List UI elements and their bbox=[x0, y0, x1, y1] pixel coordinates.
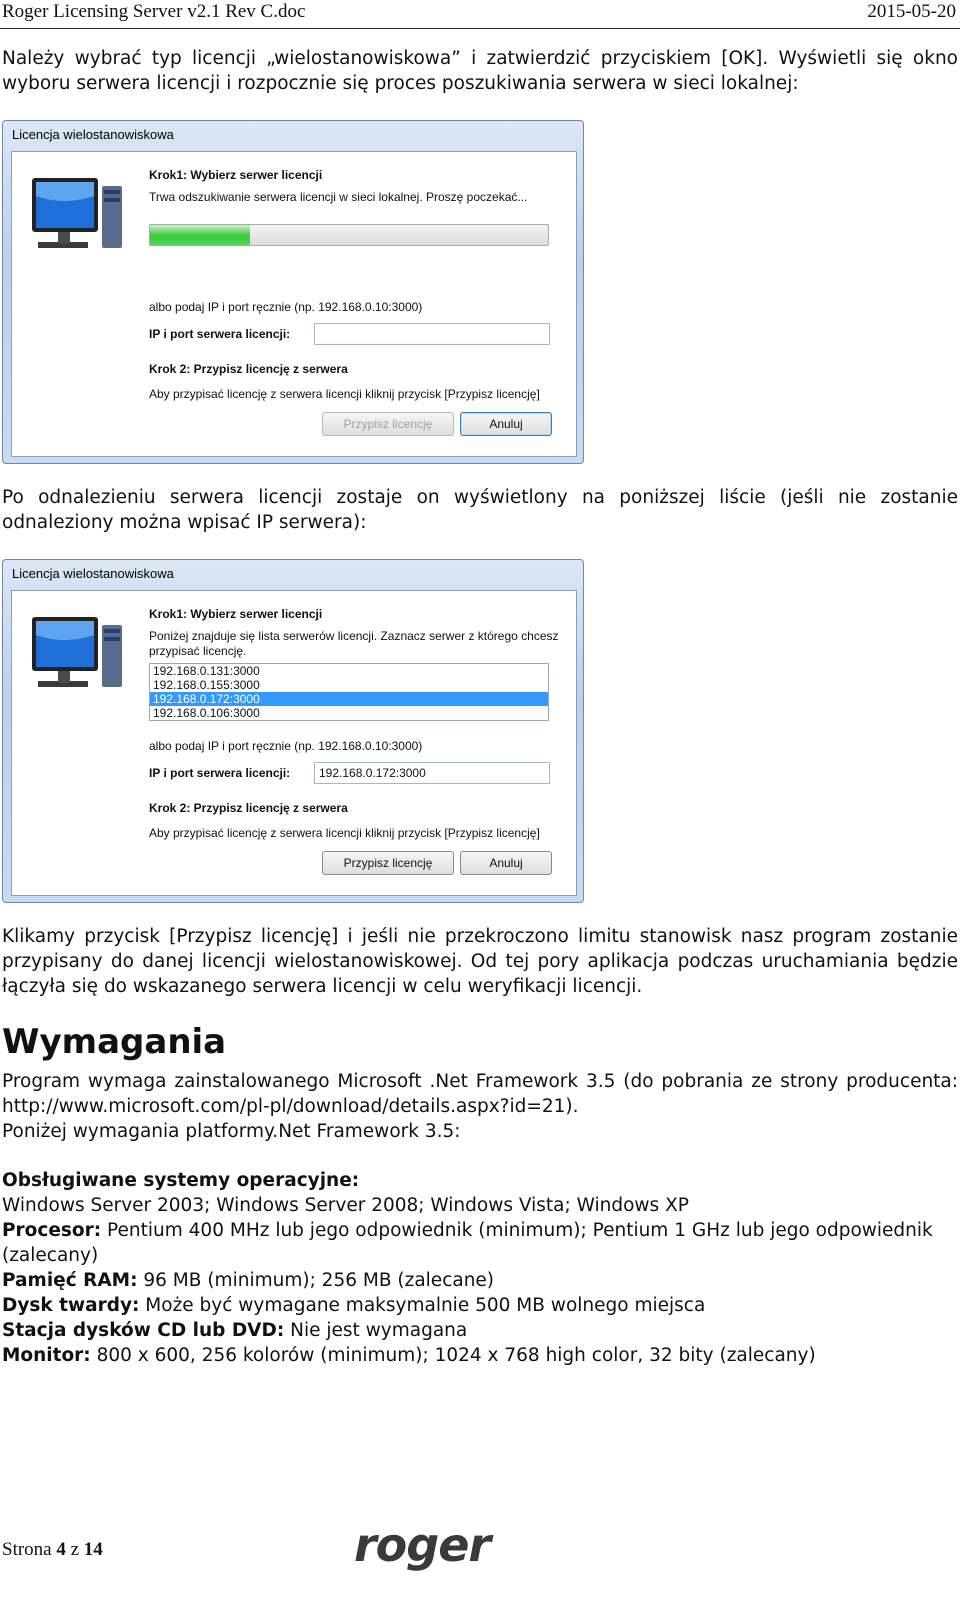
cd-value: Nie jest wymagana bbox=[284, 1320, 468, 1341]
assign-license-button[interactable]: Przypisz licencję bbox=[322, 851, 454, 875]
server-list-item[interactable]: 192.168.0.172:3000 bbox=[150, 692, 548, 706]
search-progress-bar bbox=[149, 224, 549, 246]
requirements-heading: Wymagania bbox=[2, 1022, 227, 1062]
server-list-item[interactable]: 192.168.0.155:3000 bbox=[150, 678, 548, 692]
server-list[interactable]: 192.168.0.131:3000 192.168.0.155:3000 19… bbox=[149, 663, 549, 721]
cancel-button[interactable]: Anuluj bbox=[460, 412, 552, 436]
step1-title: Krok1: Wybierz serwer licencji bbox=[149, 168, 323, 182]
cd-line: Stacja dysków CD lub DVD: Nie jest wymag… bbox=[2, 1318, 467, 1343]
os-label: Obsługiwane systemy operacyjne: bbox=[2, 1170, 360, 1191]
roger-logo: roger bbox=[354, 1518, 491, 1572]
page-number: Strona 4 z 14 bbox=[2, 1539, 103, 1561]
page-prefix: Strona bbox=[2, 1539, 57, 1560]
manual-ip-hint: albo podaj IP i port ręcznie (np. 192.16… bbox=[149, 300, 423, 314]
step2-description: Aby przypisać licencję z serwera licencj… bbox=[149, 826, 540, 840]
step1-description-line-2: przypisać licencję. bbox=[149, 644, 247, 658]
intro-line-2: wyboru serwera licencji i rozpocznie się… bbox=[2, 73, 799, 94]
computer-icon bbox=[32, 178, 122, 248]
monitor-label: Monitor: bbox=[2, 1345, 91, 1366]
cpu-label: Procesor: bbox=[2, 1220, 102, 1241]
cd-label: Stacja dysków CD lub DVD: bbox=[2, 1320, 285, 1341]
page-header: Roger Licensing Server v2.1 Rev C.doc 20… bbox=[0, 0, 960, 29]
computer-icon bbox=[32, 617, 122, 687]
step2-description: Aby przypisać licencję z serwera licencj… bbox=[149, 387, 540, 401]
dialog-client-area: Krok1: Wybierz serwer licencji Trwa odsz… bbox=[11, 151, 577, 457]
manual-ip-hint: albo podaj IP i port ręcznie (np. 192.16… bbox=[149, 739, 423, 753]
server-list-item[interactable]: 192.168.0.106:3000 bbox=[150, 706, 548, 720]
ip-port-label: IP i port serwera licencji: bbox=[149, 327, 291, 341]
middle-line-1: Po odnalezieniu serwera licencji zostaje… bbox=[2, 487, 958, 508]
ip-port-input[interactable] bbox=[314, 323, 550, 345]
document-title: Roger Licensing Server v2.1 Rev C.doc bbox=[2, 1, 306, 22]
license-dialog-searching: Licencja wielostanowiskowa Krok1: Wybier… bbox=[2, 120, 584, 464]
os-value: Windows Server 2003; Windows Server 2008… bbox=[2, 1195, 689, 1216]
monitor-line: Monitor: 800 x 600, 256 kolorów (minimum… bbox=[2, 1343, 816, 1368]
dialog-client-area: Krok1: Wybierz serwer licencji Poniżej z… bbox=[11, 590, 577, 896]
step2-title: Krok 2: Przypisz licencję z serwera bbox=[149, 801, 348, 815]
requirements-line-1: Program wymaga zainstalowanego Microsoft… bbox=[2, 1071, 958, 1092]
cancel-button[interactable]: Anuluj bbox=[460, 851, 552, 875]
ram-line: Pamięć RAM: 96 MB (minimum); 256 MB (zal… bbox=[2, 1268, 494, 1293]
cpu-value: Pentium 400 MHz lub jego odpowiednik (mi… bbox=[101, 1220, 933, 1241]
document-date: 2015-05-20 bbox=[867, 1, 956, 22]
disk-label: Dysk twardy: bbox=[2, 1295, 140, 1316]
step2-title: Krok 2: Przypisz licencję z serwera bbox=[149, 362, 348, 376]
step1-description: Trwa odszukiwanie serwera licencji w sie… bbox=[149, 190, 528, 204]
assign-license-button[interactable]: Przypisz licencję bbox=[322, 412, 454, 436]
step1-title: Krok1: Wybierz serwer licencji bbox=[149, 607, 323, 621]
dialog-title: Licencja wielostanowiskowa bbox=[12, 127, 174, 142]
middle-line-2: odnaleziony można wpisać IP serwera): bbox=[2, 512, 367, 533]
ip-port-label: IP i port serwera licencji: bbox=[149, 766, 291, 780]
license-dialog-server-list: Licencja wielostanowiskowa Krok1: Wybier… bbox=[2, 559, 584, 903]
page-current: 4 bbox=[56, 1539, 66, 1560]
monitor-value: 800 x 600, 256 kolorów (minimum); 1024 x… bbox=[90, 1345, 816, 1366]
ip-port-input[interactable]: 192.168.0.172:3000 bbox=[314, 762, 550, 784]
after-line-3: łączyła się do wskazanego serwera licenc… bbox=[2, 976, 643, 997]
disk-line: Dysk twardy: Może być wymagane maksymaln… bbox=[2, 1293, 705, 1318]
step1-description-line-1: Poniżej znajduje się lista serwerów lice… bbox=[149, 629, 559, 643]
requirements-url: http://www.microsoft.com/pl-pl/download/… bbox=[2, 1096, 579, 1117]
ram-label: Pamięć RAM: bbox=[2, 1270, 138, 1291]
server-list-item[interactable]: 192.168.0.131:3000 bbox=[150, 664, 548, 678]
page-mid: z bbox=[65, 1539, 84, 1560]
page-total: 14 bbox=[83, 1539, 103, 1560]
intro-line-1: Należy wybrać typ licencji „wielostanowi… bbox=[2, 48, 958, 69]
ram-value: 96 MB (minimum); 256 MB (zalecane) bbox=[137, 1270, 495, 1291]
dialog-title: Licencja wielostanowiskowa bbox=[12, 566, 174, 581]
requirements-line-3: Poniżej wymagania platformy.Net Framewor… bbox=[2, 1121, 461, 1142]
cpu-line: Procesor: Pentium 400 MHz lub jego odpow… bbox=[2, 1218, 933, 1243]
after-line-2: przypisany do danej licencji wielostanow… bbox=[2, 951, 958, 972]
after-line-1: Klikamy przycisk [Przypisz licencję] i j… bbox=[2, 926, 958, 947]
disk-value: Może być wymagane maksymalnie 500 MB wol… bbox=[139, 1295, 706, 1316]
progress-fill bbox=[150, 225, 250, 245]
cpu-value-2: (zalecany) bbox=[2, 1245, 99, 1266]
